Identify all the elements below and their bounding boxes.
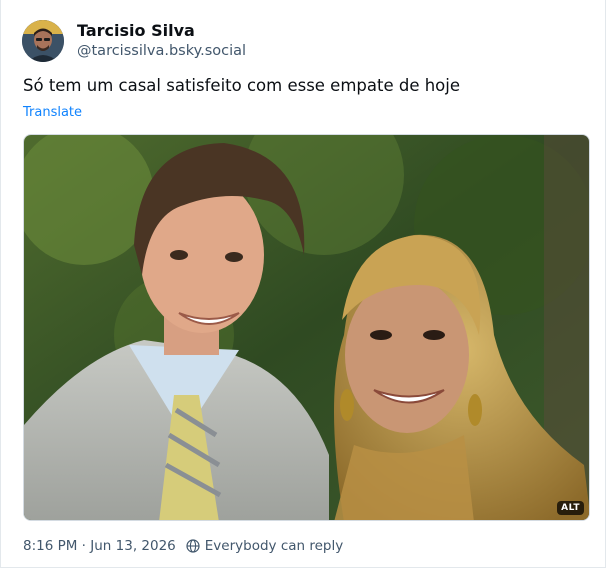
translate-link[interactable]: Translate — [23, 104, 82, 122]
post-text: Só tem um casal satisfeito com esse empa… — [23, 76, 461, 95]
avatar-image-icon — [22, 20, 64, 62]
couple-photo-icon — [24, 135, 589, 520]
globe-icon — [186, 539, 200, 553]
author-names: Tarcisio Silva @tarcissilva.bsky.social — [77, 21, 246, 61]
post-card: Tarcisio Silva @tarcissilva.bsky.social … — [0, 0, 606, 568]
reply-setting[interactable]: Everybody can reply — [186, 537, 343, 555]
reply-setting-label: Everybody can reply — [204, 538, 344, 554]
post-meta: 8:16 PM · Jun 13, 2026 Everybody can rep… — [23, 537, 343, 555]
author-display-name[interactable]: Tarcisio Silva — [77, 21, 246, 41]
author-handle[interactable]: @tarcissilva.bsky.social — [77, 41, 246, 61]
author-avatar[interactable] — [22, 20, 64, 62]
post-timestamp[interactable]: 8:16 PM · Jun 13, 2026 — [23, 537, 176, 555]
alt-text-badge[interactable]: ALT — [557, 501, 584, 515]
post-header: Tarcisio Silva @tarcissilva.bsky.social — [22, 20, 246, 62]
post-image[interactable]: ALT — [23, 134, 590, 521]
